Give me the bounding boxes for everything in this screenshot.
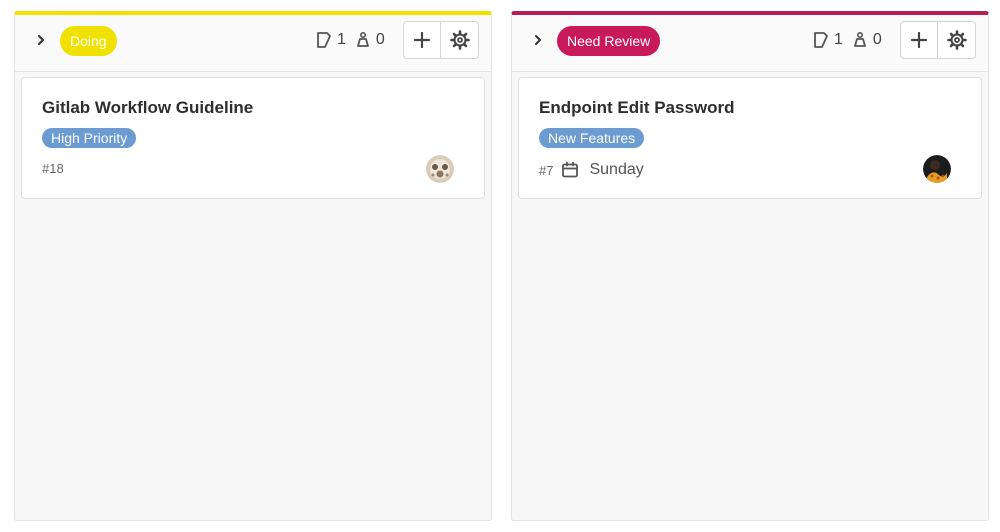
issues-icon [814, 32, 828, 48]
avatar-image [923, 155, 951, 183]
chevron-right-icon[interactable] [33, 32, 49, 48]
avatar-image [426, 155, 454, 183]
issue-count: 1 [315, 31, 346, 49]
list-settings-button[interactable] [441, 21, 479, 59]
issue-number: #7 [539, 162, 554, 178]
issue-title[interactable]: Gitlab Workflow Guideline [42, 98, 253, 118]
weight-count-value: 0 [375, 31, 385, 48]
list-header: Doing 1 0 [15, 15, 491, 72]
list-header: Need Review 1 0 [512, 15, 988, 72]
weight-icon [357, 31, 369, 47]
weight-count: 0 [354, 31, 385, 49]
assignee-avatar[interactable] [923, 155, 951, 183]
issue-card[interactable]: Gitlab Workflow Guideline High Priority … [21, 77, 485, 199]
weight-count-value: 0 [872, 31, 882, 48]
issue-board: Doing 1 0 Gitlab Workflow Guideline High… [0, 0, 1000, 532]
issues-icon [317, 32, 331, 48]
issue-count: 1 [812, 31, 843, 49]
plus-icon [413, 31, 431, 49]
list-label-badge: Doing [60, 26, 117, 56]
issue-meta: #18 [42, 161, 64, 176]
issue-meta: #7 Sunday [539, 161, 644, 179]
issue-label-badge[interactable]: New Features [539, 128, 645, 148]
board-list-doing: Doing 1 0 Gitlab Workflow Guideline High… [14, 11, 492, 521]
issue-count-value: 1 [834, 31, 843, 48]
weight-count: 0 [851, 31, 882, 49]
issue-card[interactable]: Endpoint Edit Password New Features #7 S… [518, 77, 982, 199]
calendar-icon [562, 161, 579, 178]
chevron-right-icon[interactable] [530, 32, 546, 48]
assignee-avatar[interactable] [426, 155, 454, 183]
gear-icon [449, 30, 470, 50]
issue-title[interactable]: Endpoint Edit Password [539, 98, 735, 118]
add-issue-button[interactable] [403, 21, 441, 59]
list-counts: 1 0 [315, 31, 393, 49]
list-settings-button[interactable] [938, 21, 976, 59]
add-issue-button[interactable] [900, 21, 938, 59]
due-date: Sunday [561, 161, 644, 179]
issue-count-value: 1 [337, 31, 346, 48]
issue-number: #18 [42, 161, 64, 176]
gear-icon [946, 30, 967, 50]
weight-icon [854, 31, 866, 47]
board-list-need-review: Need Review 1 0 Endpoint Edit Password N… [511, 11, 989, 521]
plus-icon [910, 31, 928, 49]
issue-label-badge[interactable]: High Priority [42, 128, 137, 148]
due-date-value: Sunday [589, 161, 644, 178]
list-counts: 1 0 [812, 31, 890, 49]
list-label-badge: Need Review [557, 26, 661, 56]
